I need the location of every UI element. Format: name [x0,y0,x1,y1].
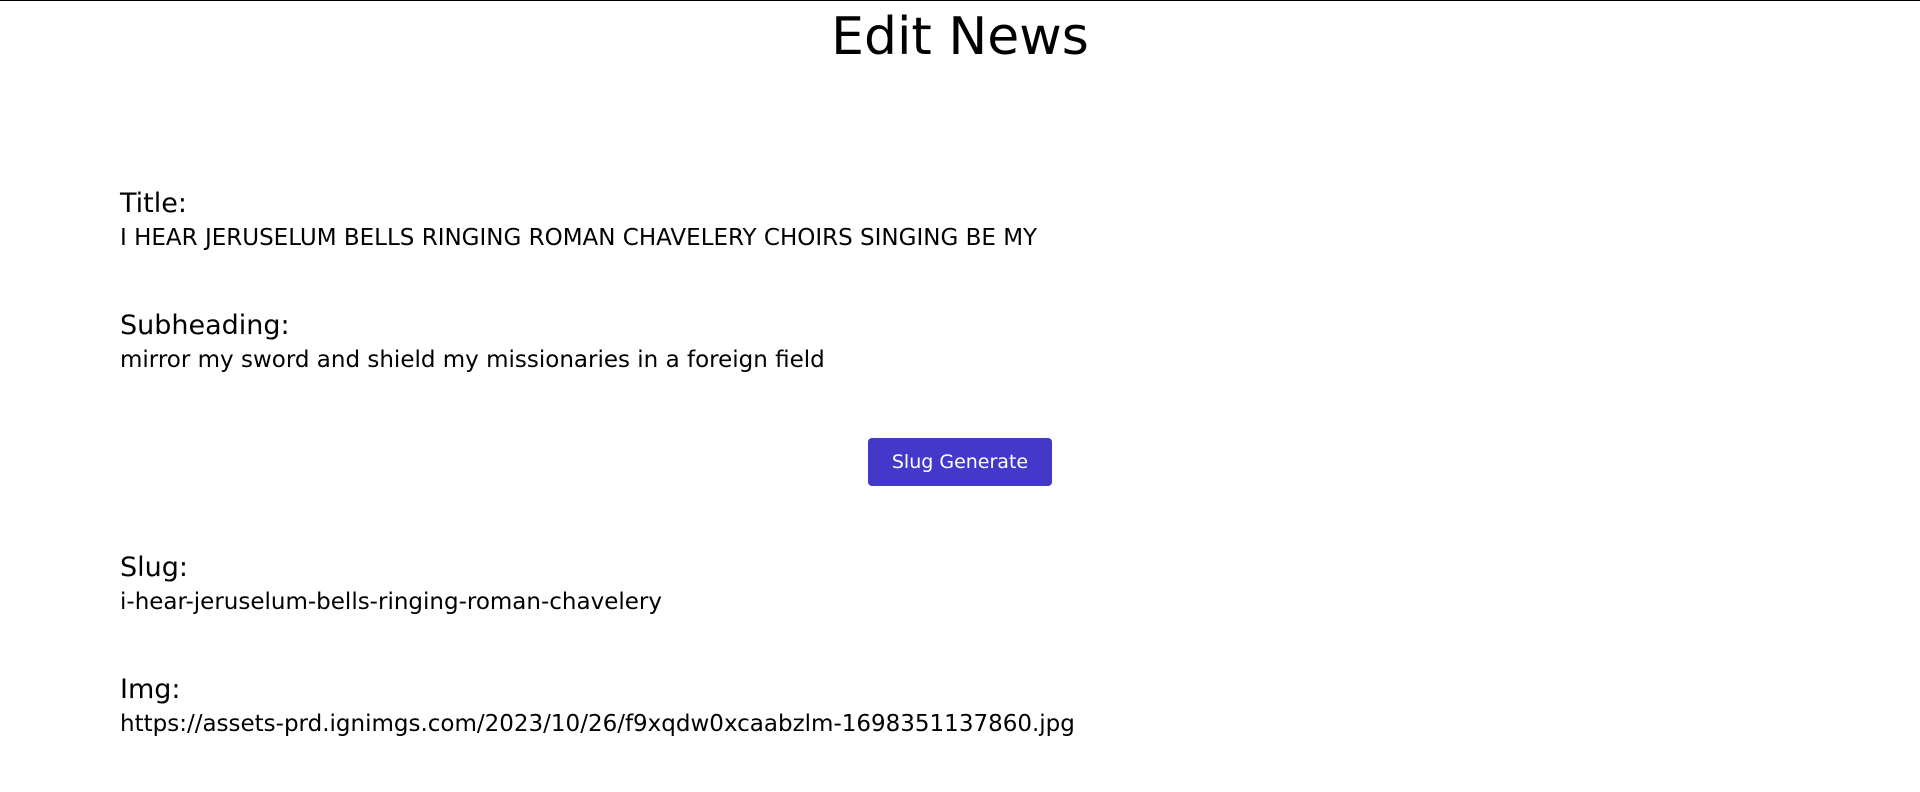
title-label: Title: [120,188,187,219]
slug-field-group: Slug: [120,551,1820,619]
slug-input[interactable] [120,585,1820,619]
img-label: Img: [120,674,181,705]
img-field-group: Img: [120,673,1820,741]
title-field-group: Title: [120,187,1820,255]
subheading-label: Subheading: [120,310,290,341]
slug-generate-button[interactable]: Slug Generate [868,438,1052,486]
edit-news-page: Edit News Title: Subheading: Slug Genera… [0,0,1920,792]
title-input[interactable] [120,221,1820,255]
page-title: Edit News [831,7,1089,67]
img-input[interactable] [120,707,1820,741]
subheading-field-group: Subheading: [120,309,1820,377]
subheading-input[interactable] [120,343,1820,377]
slug-label: Slug: [120,552,188,583]
